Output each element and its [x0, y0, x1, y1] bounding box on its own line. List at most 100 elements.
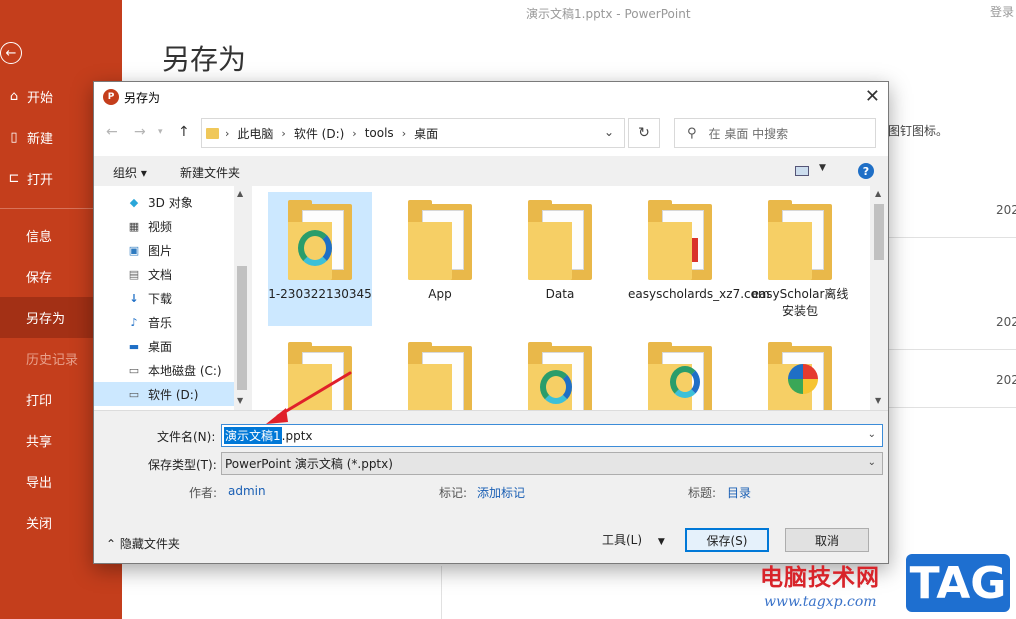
window-title: 演示文稿1.pptx - PowerPoint: [526, 7, 691, 21]
breadcrumb-desktop[interactable]: 桌面: [414, 125, 438, 142]
file-item[interactable]: easyScholar离线安装包: [748, 192, 852, 326]
chevron-down-icon[interactable]: ▼: [875, 396, 881, 405]
hide-folders-button[interactable]: ⌃ 隐藏文件夹: [106, 535, 180, 552]
powerpoint-icon: P: [103, 89, 119, 105]
title-value[interactable]: 目录: [727, 484, 751, 501]
refresh-icon[interactable]: ↻: [628, 118, 660, 148]
nav-item-pictures[interactable]: ▣ 图片: [94, 238, 234, 262]
chevron-right-icon: ›: [352, 126, 357, 140]
filetype-label: 保存类型(T):: [148, 458, 217, 472]
chevron-down-icon: ▼: [657, 537, 665, 547]
chevron-down-icon[interactable]: ⌄: [868, 429, 876, 440]
breadcrumb-this-pc[interactable]: 此电脑: [237, 125, 273, 142]
watermark-logo: TAG: [906, 554, 1010, 612]
search-placeholder: 在 桌面 中搜索: [708, 126, 789, 141]
help-icon[interactable]: ?: [858, 163, 874, 179]
login-link[interactable]: 登录: [990, 3, 1014, 20]
3d-objects-icon: ◆: [129, 195, 139, 209]
view-options-icon[interactable]: [795, 166, 809, 176]
file-list-scrollbar[interactable]: ▲ ▼: [870, 186, 888, 410]
dialog-titlebar: P 另存为 ✕: [94, 82, 888, 112]
scrollbar-thumb[interactable]: [874, 204, 884, 260]
recent-date: 202: [996, 315, 1016, 329]
tools-menu-button[interactable]: 工具(L) ▼: [602, 531, 665, 548]
home-icon: ⌂: [9, 89, 19, 104]
music-icon: ♪: [130, 315, 138, 329]
row-divider: [888, 237, 1016, 238]
open-folder-icon: ⊏: [8, 171, 20, 186]
close-icon[interactable]: ✕: [865, 86, 880, 107]
author-value[interactable]: admin: [228, 484, 266, 498]
recent-locations-icon[interactable]: ▾: [158, 127, 163, 137]
annotation-arrow: [266, 371, 352, 424]
search-input[interactable]: ⚲ 在 桌面 中搜索: [674, 118, 876, 148]
local-disk-icon: ▭: [128, 363, 140, 377]
address-bar[interactable]: › 此电脑 › 软件 (D:) › tools › 桌面 ⌄: [201, 118, 625, 148]
recent-date: 202: [996, 373, 1016, 387]
cancel-button[interactable]: 取消: [785, 528, 869, 552]
folder-icon: [408, 200, 472, 280]
file-item[interactable]: easyscholards_xz7.com: [628, 192, 770, 326]
folder-icon: [768, 200, 832, 280]
filename-selection: 演示文稿1: [224, 427, 282, 444]
dialog-title: 另存为: [124, 91, 161, 105]
nav-item-3d-objects[interactable]: ◆ 3D 对象: [94, 190, 234, 214]
chevron-down-icon[interactable]: ▼: [237, 396, 243, 405]
breadcrumb-tools[interactable]: tools: [365, 126, 394, 140]
chevron-down-icon[interactable]: ▼: [819, 163, 826, 173]
download-icon: ↓: [129, 291, 139, 305]
desktop-icon: ▬: [128, 339, 140, 353]
nav-item-documents[interactable]: ▤ 文档: [94, 262, 234, 286]
file-item[interactable]: [628, 334, 732, 410]
nav-item-downloads[interactable]: ↓ 下载: [94, 286, 234, 310]
nav-item-local-disk-c[interactable]: ▭ 本地磁盘 (C:): [94, 358, 234, 382]
file-item[interactable]: Data: [508, 192, 612, 326]
chevron-right-icon: ›: [225, 126, 230, 140]
backstage-hint: 图钉图标。: [888, 124, 949, 138]
back-icon[interactable]: ←: [106, 124, 118, 140]
chevron-up-icon[interactable]: ▲: [875, 189, 881, 198]
documents-icon: ▤: [128, 267, 140, 281]
video-icon: ▦: [128, 219, 140, 233]
back-arrow-icon[interactable]: ←: [0, 42, 22, 64]
folder-icon: [528, 200, 592, 280]
nav-item-desktop[interactable]: ▬ 桌面: [94, 334, 234, 358]
file-item[interactable]: [388, 334, 492, 410]
nav-item-music[interactable]: ♪ 音乐: [94, 310, 234, 334]
file-item[interactable]: [508, 334, 612, 410]
save-options: 文件名(N): 演示文稿1 .pptx ⌄ 保存类型(T): PowerPoint…: [94, 410, 888, 563]
chevron-up-icon[interactable]: ▲: [237, 189, 243, 198]
nav-item-video[interactable]: ▦ 视频: [94, 214, 234, 238]
search-icon: ⚲: [687, 125, 697, 141]
folder-icon: [528, 342, 592, 410]
organize-button[interactable]: 组织 ▾: [113, 164, 147, 181]
file-item[interactable]: App: [388, 192, 492, 326]
nav-item-drive-d[interactable]: ▭ 软件 (D:): [94, 382, 234, 406]
chevron-right-icon: ›: [401, 126, 407, 140]
new-folder-button[interactable]: 新建文件夹: [180, 164, 240, 181]
chevron-down-icon[interactable]: ⌄: [604, 125, 614, 139]
title-label: 标题:: [688, 486, 717, 500]
panel-divider: [441, 566, 442, 619]
watermark-text: 电脑技术网: [760, 565, 880, 591]
dialog-toolbar: 组织 ▾ 新建文件夹 ▼ ?: [94, 156, 888, 186]
tags-value[interactable]: 添加标记: [477, 484, 525, 501]
file-item[interactable]: 1-230322130345: [268, 192, 372, 326]
scrollbar-thumb[interactable]: [237, 266, 247, 390]
forward-icon[interactable]: →: [134, 124, 146, 140]
recent-date: 202: [996, 203, 1016, 217]
author-label: 作者:: [189, 486, 218, 500]
save-as-dialog: P 另存为 ✕ ← → ▾ ↑ › 此电脑 › 软件 (D:) › tools …: [93, 81, 889, 564]
chevron-right-icon: ›: [281, 126, 286, 140]
folder-icon: [206, 127, 219, 139]
breadcrumb-drive[interactable]: 软件 (D:): [294, 125, 344, 142]
filename-extension: .pptx: [281, 428, 313, 443]
chevron-down-icon[interactable]: ⌄: [868, 457, 876, 468]
folder-icon: [408, 342, 472, 410]
up-arrow-icon[interactable]: ↑: [178, 124, 190, 140]
save-button[interactable]: 保存(S): [685, 528, 769, 552]
filetype-select[interactable]: PowerPoint 演示文稿 (*.pptx) ⌄: [221, 452, 883, 475]
nav-scrollbar[interactable]: ▲ ▼: [234, 186, 250, 410]
folder-icon: [648, 342, 712, 410]
file-item[interactable]: [748, 334, 852, 410]
